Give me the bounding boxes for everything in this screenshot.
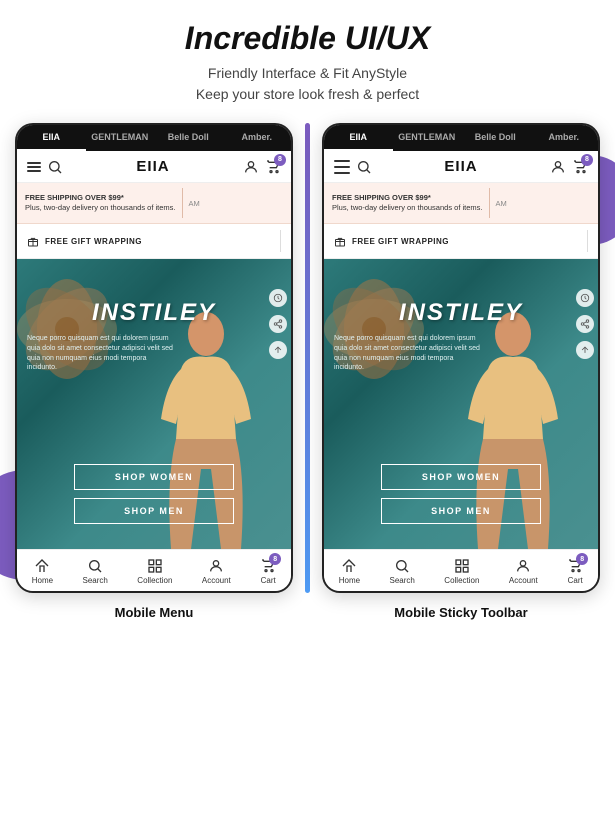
phone-bottom-nav-left: Home Search Collection Account <box>17 549 291 591</box>
cart-icon-wrap-left[interactable]: 8 <box>265 159 281 175</box>
brand-logo-right: EIIA <box>444 158 477 175</box>
header-left-icons-right <box>334 159 372 175</box>
tab-eiia-right[interactable]: EIIA <box>324 125 393 151</box>
gift-icon-right <box>334 235 346 247</box>
caption-right: Mobile Sticky Toolbar <box>322 605 600 620</box>
account-icon-left <box>208 558 224 574</box>
cart-badge-bottom-left: 8 <box>269 553 281 565</box>
bottom-nav-search-left[interactable]: Search <box>83 558 108 585</box>
user-icon-right[interactable] <box>550 159 566 175</box>
tab-gentleman-right[interactable]: GENTLEMAN <box>393 125 462 151</box>
shop-women-btn-right[interactable]: SHOP WOMEN <box>381 464 541 490</box>
hero-buttons-right: SHOP WOMEN SHOP MEN <box>324 464 598 524</box>
home-icon-right <box>341 558 357 574</box>
shipping-text-left: FREE SHIPPING OVER $99* Plus, two-day de… <box>25 193 176 213</box>
gift-icon-left <box>27 235 39 247</box>
phones-container: EIIA GENTLEMAN Belle Doll Amber. EIIA <box>10 123 605 593</box>
phone-header-right: EIIA 8 <box>324 151 598 183</box>
search-icon-header-left[interactable] <box>47 159 63 175</box>
shipping-sep-left <box>182 188 183 218</box>
shipping-overflow-left: AM <box>189 199 200 208</box>
hero-body-left: Neque porro quisquam est qui dolorem ips… <box>27 334 178 373</box>
bottom-nav-collection-right[interactable]: Collection <box>444 558 479 585</box>
phones-captions: Mobile Menu Mobile Sticky Toolbar <box>10 605 605 620</box>
user-icon-left[interactable] <box>243 159 259 175</box>
phone-nav-tabs-right: EIIA GENTLEMAN Belle Doll Amber. <box>324 125 598 151</box>
tab-amber-left[interactable]: Amber. <box>223 125 292 151</box>
tab-amber-right[interactable]: Amber. <box>530 125 599 151</box>
bottom-nav-home-right[interactable]: Home <box>339 558 360 585</box>
hamburger-icon[interactable] <box>27 162 41 172</box>
bottom-nav-search-right[interactable]: Search <box>390 558 415 585</box>
gift-label-right: FREE GIFT WRAPPING <box>352 237 449 246</box>
hero-side-icon-up-right[interactable] <box>576 341 594 359</box>
cart-badge-bottom-right: 8 <box>576 553 588 565</box>
shipping-bar-left: FREE SHIPPING OVER $99* Plus, two-day de… <box>17 183 291 224</box>
cart-icon-wrap-bottom-right: 8 <box>567 558 583 574</box>
page-wrapper: Incredible UI/UX Friendly Interface & Fi… <box>0 0 615 640</box>
hero-title-left: INSTILEY <box>17 299 291 327</box>
phone-bottom-nav-right: Home Search Collection Account <box>324 549 598 591</box>
gift-label-left: FREE GIFT WRAPPING <box>45 237 142 246</box>
gradient-divider <box>305 123 310 593</box>
search-icon-bottom-right <box>394 558 410 574</box>
brand-logo-left: EIIA <box>136 158 169 175</box>
bottom-nav-account-right[interactable]: Account <box>509 558 538 585</box>
home-icon-left <box>34 558 50 574</box>
shop-women-btn-left[interactable]: SHOP WOMEN <box>74 464 234 490</box>
shop-men-btn-left[interactable]: SHOP MEN <box>74 498 234 524</box>
account-icon-right <box>515 558 531 574</box>
collection-icon-right <box>454 558 470 574</box>
gift-bar-left: FREE GIFT WRAPPING <box>17 224 291 259</box>
tab-belledoll-right[interactable]: Belle Doll <box>461 125 530 151</box>
menu-icon-right[interactable] <box>334 160 350 174</box>
phone-header-left: EIIA 8 <box>17 151 291 183</box>
collection-icon-left <box>147 558 163 574</box>
search-icon-header-right[interactable] <box>356 159 372 175</box>
header-left-icons <box>27 159 63 175</box>
cart-icon-wrap-right[interactable]: 8 <box>572 159 588 175</box>
gift-sep-right <box>587 230 588 252</box>
shipping-bar-right: FREE SHIPPING OVER $99* Plus, two-day de… <box>324 183 598 224</box>
shipping-overflow-right: AM <box>496 199 507 208</box>
search-icon-bottom-left <box>87 558 103 574</box>
hero-side-icon-up[interactable] <box>269 341 287 359</box>
bottom-nav-cart-right[interactable]: 8 Cart <box>567 558 583 585</box>
tab-gentleman-left[interactable]: GENTLEMAN <box>86 125 155 151</box>
tab-belledoll-left[interactable]: Belle Doll <box>154 125 223 151</box>
hero-buttons-left: SHOP WOMEN SHOP MEN <box>17 464 291 524</box>
tab-eiia-left[interactable]: EIIA <box>17 125 86 151</box>
cart-badge-left: 8 <box>274 154 286 166</box>
shop-men-btn-right[interactable]: SHOP MEN <box>381 498 541 524</box>
phone-nav-tabs-left: EIIA GENTLEMAN Belle Doll Amber. <box>17 125 291 151</box>
header-right-icons: 8 <box>243 159 281 175</box>
caption-left: Mobile Menu <box>15 605 293 620</box>
phone-hero-right: INSTILEY Neque porro quisquam est qui do… <box>324 259 598 549</box>
bottom-nav-account-left[interactable]: Account <box>202 558 231 585</box>
bottom-nav-collection-left[interactable]: Collection <box>137 558 172 585</box>
phone-mobile-sticky: EIIA GENTLEMAN Belle Doll Amber. <box>322 123 600 593</box>
page-subtitle: Friendly Interface & Fit AnyStyle Keep y… <box>10 63 605 105</box>
page-title: Incredible UI/UX <box>10 20 605 57</box>
bottom-nav-cart-left[interactable]: 8 Cart <box>260 558 276 585</box>
header-right-icons-right: 8 <box>550 159 588 175</box>
bottom-nav-home-left[interactable]: Home <box>32 558 53 585</box>
shipping-text-right: FREE SHIPPING OVER $99* Plus, two-day de… <box>332 193 483 213</box>
phone-mobile-menu: EIIA GENTLEMAN Belle Doll Amber. EIIA <box>15 123 293 593</box>
header-section: Incredible UI/UX Friendly Interface & Fi… <box>10 20 605 105</box>
gift-bar-right: FREE GIFT WRAPPING <box>324 224 598 259</box>
phone-hero-left: INSTILEY Neque porro quisquam est qui do… <box>17 259 291 549</box>
cart-badge-right: 8 <box>581 154 593 166</box>
shipping-sep-right <box>489 188 490 218</box>
hero-title-right: INSTILEY <box>324 299 598 327</box>
hero-body-right: Neque porro quisquam est qui dolorem ips… <box>334 334 485 373</box>
gift-sep-left <box>280 230 281 252</box>
cart-icon-wrap-bottom-left: 8 <box>260 558 276 574</box>
